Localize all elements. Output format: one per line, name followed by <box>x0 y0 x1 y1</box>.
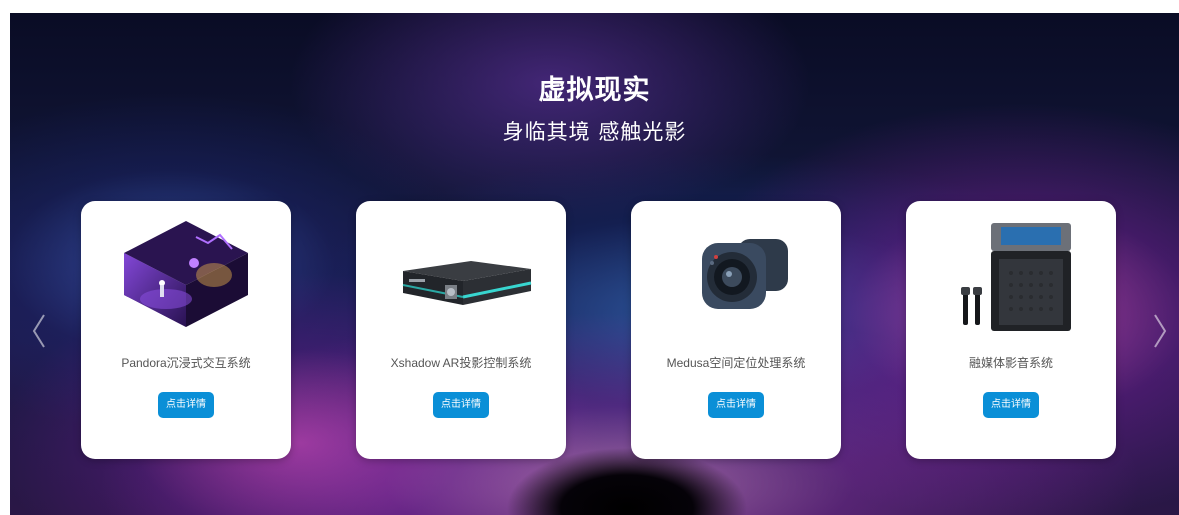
product-name: 融媒体影音系统 <box>968 356 1053 370</box>
details-button[interactable]: 点击详情 <box>708 392 764 418</box>
details-button[interactable]: 点击详情 <box>433 392 489 418</box>
section-title: 虚拟现实 <box>538 75 651 106</box>
product-card-media-system[interactable]: 融媒体影音系统 点击详情 <box>906 201 1116 459</box>
product-name: Medusa空间定位处理系统 <box>666 356 806 370</box>
ar-projection-device-image <box>371 213 551 333</box>
product-name: Pandora沉浸式交互系统 <box>121 356 251 370</box>
media-speaker-image <box>921 213 1101 333</box>
hero-banner: 虚拟现实 身临其境 感触光影 Pandora沉浸式交互系统 点击详情 Xshad… <box>10 13 1179 515</box>
details-button[interactable]: 点击详情 <box>983 392 1039 418</box>
chevron-left-icon[interactable] <box>32 313 46 349</box>
product-card-medusa[interactable]: Medusa空间定位处理系统 点击详情 <box>631 201 841 459</box>
product-card-pandora[interactable]: Pandora沉浸式交互系统 点击详情 <box>81 201 291 459</box>
chevron-right-icon[interactable] <box>1153 313 1167 349</box>
section-subtitle: 身临其境 感触光影 <box>502 120 687 144</box>
product-name: Xshadow AR投影控制系统 <box>390 356 532 370</box>
product-card-xshadow[interactable]: Xshadow AR投影控制系统 点击详情 <box>356 201 566 459</box>
immersive-room-image <box>96 213 276 333</box>
positioning-camera-image <box>646 213 826 333</box>
details-button[interactable]: 点击详情 <box>158 392 214 418</box>
